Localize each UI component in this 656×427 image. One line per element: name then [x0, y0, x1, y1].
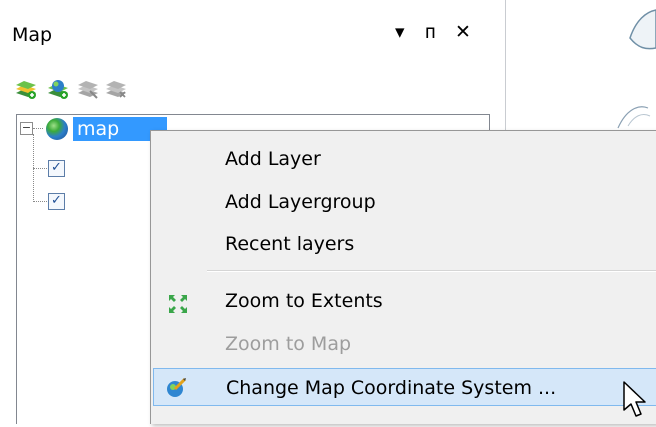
menu-item-add-layergroup[interactable]: Add Layergroup	[153, 183, 656, 221]
layer-properties-icon[interactable]	[104, 78, 128, 100]
layer-context-menu: Add Layer Add Layergroup Recent layers Z…	[150, 130, 656, 424]
menu-item-add-layer[interactable]: Add Layer	[153, 140, 656, 178]
menu-item-zoom-to-extents[interactable]: Zoom to Extents	[153, 282, 656, 320]
tree-expander-collapse-icon[interactable]: −	[20, 122, 33, 135]
layer-visibility-checkbox[interactable]: ✓	[48, 160, 65, 177]
pin-icon[interactable]: ᴨ	[425, 20, 436, 44]
menu-item-label: Zoom to Extents	[225, 290, 383, 312]
mouse-cursor-icon	[623, 381, 646, 417]
menu-separator	[207, 270, 656, 272]
menu-item-change-map-coordinate-system[interactable]: Change Map Coordinate System ...	[153, 368, 656, 406]
tree-connector	[33, 128, 43, 129]
menu-item-recent-layers[interactable]: Recent layers	[153, 225, 656, 263]
menu-item-label: Add Layer	[225, 148, 321, 170]
menu-item-zoom-to-map[interactable]: Zoom to Map	[153, 325, 656, 363]
tree-connector	[33, 201, 47, 202]
menu-item-label: Zoom to Map	[225, 333, 352, 355]
map-globe-icon	[46, 118, 68, 140]
layer-visibility-checkbox[interactable]: ✓	[48, 193, 65, 210]
menu-item-label: Recent layers	[225, 233, 355, 255]
panel-menu-dropdown-icon[interactable]: ▾	[395, 20, 405, 44]
zoom-extents-icon	[169, 295, 187, 313]
tree-connector	[33, 168, 47, 169]
remove-layer-icon[interactable]	[76, 78, 100, 100]
menu-item-label: Add Layergroup	[225, 191, 376, 213]
menu-item-label: Change Map Coordinate System ...	[226, 377, 557, 399]
coordinate-system-icon	[167, 377, 187, 397]
add-layer-icon[interactable]	[14, 78, 38, 100]
panel-title: Map	[12, 24, 53, 46]
add-layer-group-icon[interactable]	[46, 78, 70, 100]
close-icon[interactable]: ✕	[455, 20, 471, 44]
